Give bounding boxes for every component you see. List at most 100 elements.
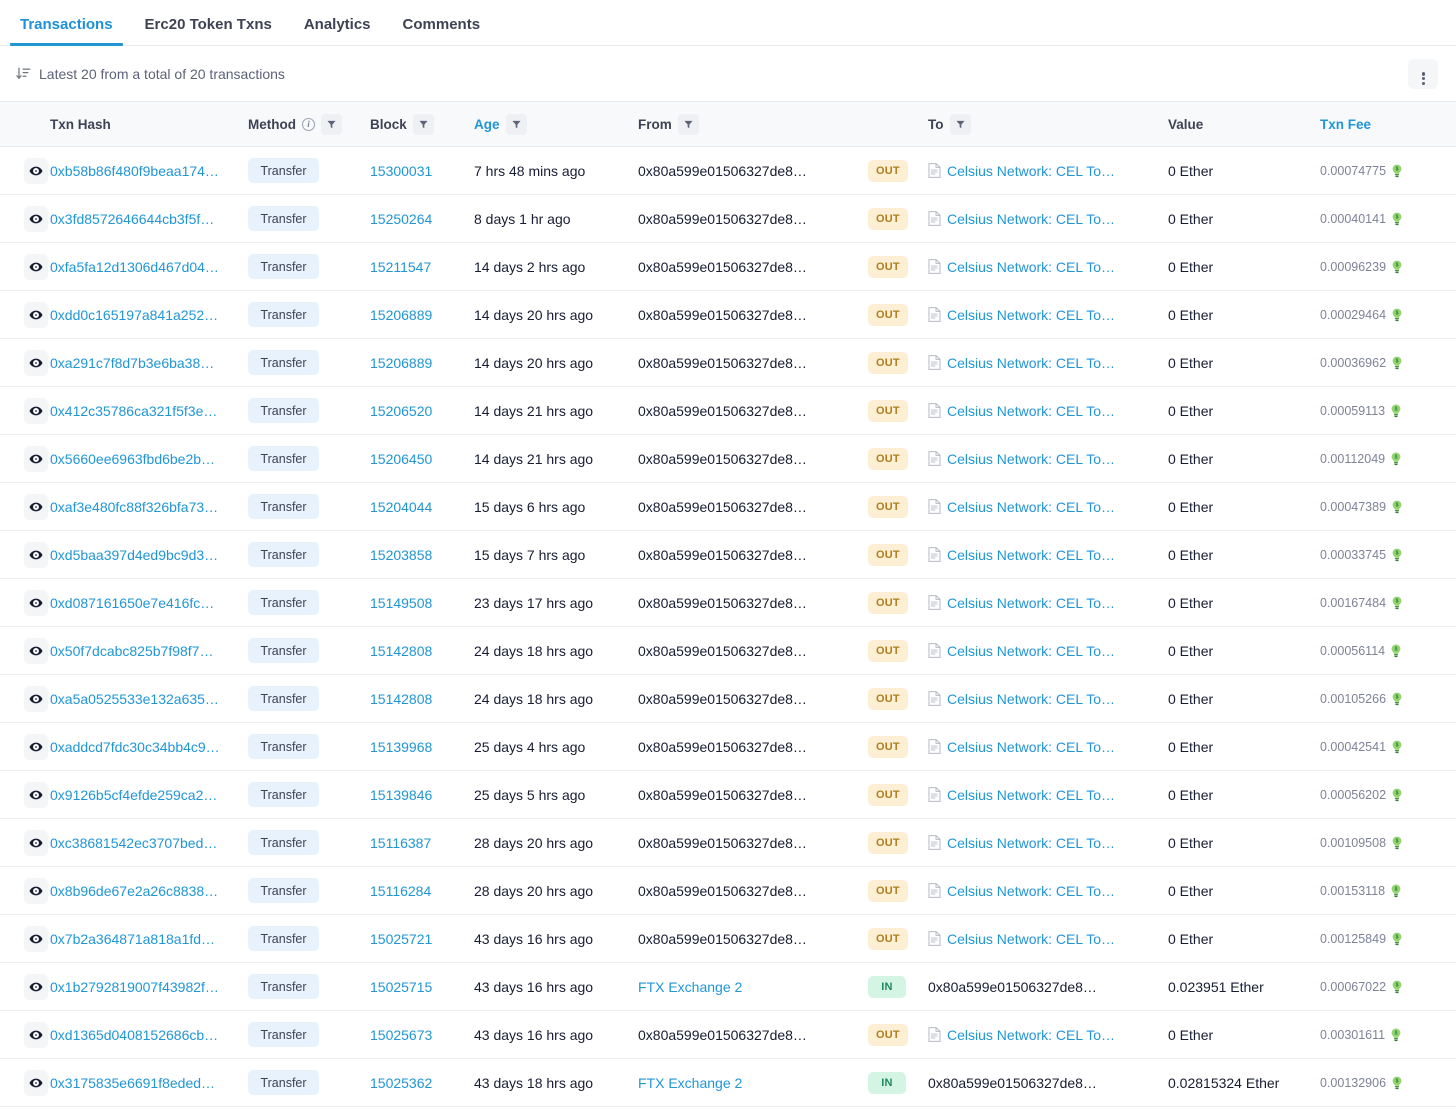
row-preview-button[interactable] (24, 397, 48, 424)
to-address[interactable]: Celsius Network: CEL To… (947, 835, 1115, 851)
block-number-link[interactable]: 15142808 (370, 691, 432, 707)
gas-lightbulb-icon[interactable]: $ (1391, 836, 1403, 850)
txn-hash-link[interactable]: 0xc38681542ec3707bed… (50, 835, 217, 851)
gas-lightbulb-icon[interactable]: $ (1391, 356, 1403, 370)
column-header-txn-fee-label[interactable]: Txn Fee (1320, 117, 1371, 132)
row-preview-button[interactable] (24, 349, 48, 376)
to-address[interactable]: Celsius Network: CEL To… (947, 451, 1115, 467)
tab-erc20-token-txns[interactable]: Erc20 Token Txns (129, 17, 288, 45)
block-filter-button[interactable] (412, 113, 434, 135)
to-address[interactable]: Celsius Network: CEL To… (947, 355, 1115, 371)
gas-lightbulb-icon[interactable]: $ (1391, 740, 1403, 754)
to-address[interactable]: Celsius Network: CEL To… (947, 1027, 1115, 1043)
to-address[interactable]: Celsius Network: CEL To… (947, 691, 1115, 707)
row-preview-button[interactable] (24, 205, 48, 232)
txn-hash-link[interactable]: 0xdd0c165197a841a252… (50, 307, 218, 323)
gas-lightbulb-icon[interactable]: $ (1391, 788, 1403, 802)
gas-lightbulb-icon[interactable]: $ (1391, 212, 1403, 226)
block-number-link[interactable]: 15250264 (370, 211, 432, 227)
method-filter-button[interactable] (321, 113, 342, 135)
row-preview-button[interactable] (24, 493, 48, 520)
block-number-link[interactable]: 15206450 (370, 451, 432, 467)
txn-hash-link[interactable]: 0xfa5fa12d1306d467d04… (50, 259, 219, 275)
gas-lightbulb-icon[interactable]: $ (1390, 644, 1402, 658)
method-badge[interactable]: Transfer (248, 1070, 319, 1095)
method-badge[interactable]: Transfer (248, 494, 319, 519)
block-number-link[interactable]: 15211547 (370, 259, 431, 275)
method-badge[interactable]: Transfer (248, 398, 319, 423)
block-number-link[interactable]: 15300031 (370, 163, 432, 179)
method-badge[interactable]: Transfer (248, 878, 319, 903)
to-address[interactable]: Celsius Network: CEL To… (947, 643, 1115, 659)
method-badge[interactable]: Transfer (248, 782, 319, 807)
block-number-link[interactable]: 15025362 (370, 1075, 432, 1091)
to-address[interactable]: Celsius Network: CEL To… (947, 883, 1115, 899)
txn-hash-link[interactable]: 0x412c35786ca321f5f3e… (50, 403, 217, 419)
gas-lightbulb-icon[interactable]: $ (1391, 1076, 1403, 1090)
block-number-link[interactable]: 15139846 (370, 787, 432, 803)
txn-hash-link[interactable]: 0xa5a0525533e132a635… (50, 691, 219, 707)
txn-hash-link[interactable]: 0x7b2a364871a818a1fd… (50, 931, 215, 947)
to-filter-button[interactable] (949, 113, 971, 135)
row-preview-button[interactable] (24, 301, 48, 328)
block-number-link[interactable]: 15025715 (370, 979, 432, 995)
block-number-link[interactable]: 15206520 (370, 403, 432, 419)
row-preview-button[interactable] (24, 733, 48, 760)
from-address[interactable]: FTX Exchange 2 (638, 979, 742, 995)
row-preview-button[interactable] (24, 829, 48, 856)
from-address[interactable]: FTX Exchange 2 (638, 1075, 742, 1091)
row-preview-button[interactable] (24, 973, 48, 1000)
gas-lightbulb-icon[interactable]: $ (1391, 596, 1403, 610)
column-header-age-label[interactable]: Age (474, 117, 500, 132)
to-address[interactable]: Celsius Network: CEL To… (947, 595, 1115, 611)
tab-comments[interactable]: Comments (387, 17, 497, 45)
block-number-link[interactable]: 15139968 (370, 739, 432, 755)
row-preview-button[interactable] (24, 445, 48, 472)
row-preview-button[interactable] (24, 781, 48, 808)
txn-hash-link[interactable]: 0xaf3e480fc88f326bfa73… (50, 499, 218, 515)
method-info-icon[interactable]: i (302, 117, 315, 131)
gas-lightbulb-icon[interactable]: $ (1390, 452, 1402, 466)
row-preview-button[interactable] (24, 157, 48, 184)
to-address[interactable]: Celsius Network: CEL To… (947, 163, 1115, 179)
gas-lightbulb-icon[interactable]: $ (1391, 308, 1403, 322)
method-badge[interactable]: Transfer (248, 302, 319, 327)
table-options-menu-button[interactable] (1408, 58, 1438, 89)
txn-hash-link[interactable]: 0x9126b5cf4efde259ca2… (50, 787, 217, 803)
row-preview-button[interactable] (24, 253, 48, 280)
to-address[interactable]: Celsius Network: CEL To… (947, 499, 1115, 515)
gas-lightbulb-icon[interactable]: $ (1391, 980, 1403, 994)
to-address[interactable]: Celsius Network: CEL To… (947, 787, 1115, 803)
method-badge[interactable]: Transfer (248, 686, 319, 711)
gas-lightbulb-icon[interactable]: $ (1391, 500, 1403, 514)
block-number-link[interactable]: 15203858 (370, 547, 432, 563)
txn-hash-link[interactable]: 0x1b2792819007f43982f… (50, 979, 219, 995)
method-badge[interactable]: Transfer (248, 158, 319, 183)
method-badge[interactable]: Transfer (248, 446, 319, 471)
to-address[interactable]: Celsius Network: CEL To… (947, 403, 1115, 419)
method-badge[interactable]: Transfer (248, 830, 319, 855)
block-number-link[interactable]: 15204044 (370, 499, 432, 515)
row-preview-button[interactable] (24, 1021, 48, 1048)
gas-lightbulb-icon[interactable]: $ (1390, 884, 1402, 898)
gas-lightbulb-icon[interactable]: $ (1391, 548, 1403, 562)
txn-hash-link[interactable]: 0xa291c7f8d7b3e6ba38… (50, 355, 214, 371)
to-address[interactable]: Celsius Network: CEL To… (947, 211, 1115, 227)
to-address[interactable]: Celsius Network: CEL To… (947, 307, 1115, 323)
block-number-link[interactable]: 15116284 (370, 883, 431, 899)
from-filter-button[interactable] (677, 113, 699, 135)
age-filter-button[interactable] (505, 113, 527, 135)
method-badge[interactable]: Transfer (248, 1022, 319, 1047)
txn-hash-link[interactable]: 0xd1365d0408152686cb… (50, 1027, 218, 1043)
method-badge[interactable]: Transfer (248, 590, 319, 615)
method-badge[interactable]: Transfer (248, 638, 319, 663)
txn-hash-link[interactable]: 0xd087161650e7e416fc… (50, 595, 214, 611)
method-badge[interactable]: Transfer (248, 254, 319, 279)
to-address[interactable]: Celsius Network: CEL To… (947, 931, 1115, 947)
gas-lightbulb-icon[interactable]: $ (1390, 404, 1402, 418)
txn-hash-link[interactable]: 0xaddcd7fdc30c34bb4c9… (50, 739, 220, 755)
row-preview-button[interactable] (24, 1069, 48, 1096)
tab-analytics[interactable]: Analytics (288, 17, 387, 45)
to-address[interactable]: Celsius Network: CEL To… (947, 547, 1115, 563)
row-preview-button[interactable] (24, 925, 48, 952)
